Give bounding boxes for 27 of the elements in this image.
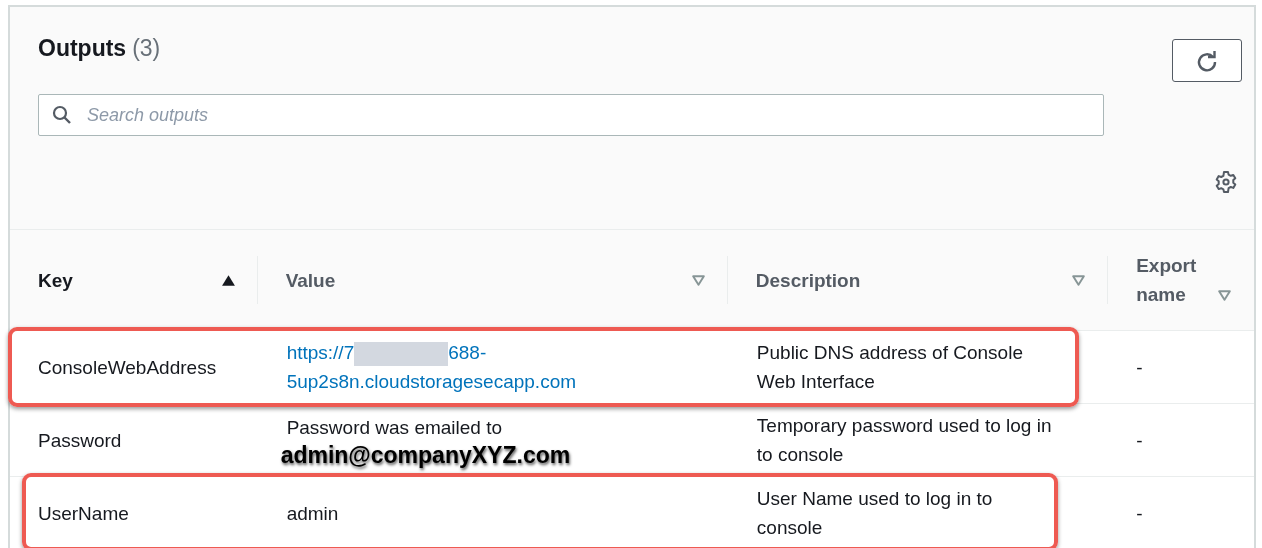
table-cell-text: admin — [286, 501, 340, 526]
email-annotation: admin@companyXYZ.com — [280, 441, 572, 468]
table-cell-text: Public DNS address of Console Web Interface — [756, 341, 1024, 394]
table-cell-text: UserName — [38, 501, 130, 526]
table-cell-text: Password was emailed to — [286, 415, 504, 440]
table-cell-text: - — [1136, 355, 1144, 380]
table-cell-text: - — [1136, 501, 1144, 526]
sort-icon[interactable] — [690, 273, 706, 287]
output-count: (3) — [132, 35, 161, 62]
table-cell-text: ConsoleWebAddress — [38, 355, 218, 380]
table-cell-text: - — [1136, 428, 1144, 453]
column-header[interactable]: Description — [755, 265, 1072, 295]
search-field[interactable]: Search outputs — [38, 94, 1104, 136]
settings-icon[interactable] — [1214, 170, 1238, 194]
column-header[interactable]: Export name — [1136, 251, 1217, 309]
column-header[interactable]: Key — [38, 265, 221, 295]
sorted-ascending-icon[interactable] — [220, 273, 236, 287]
sort-icon[interactable] — [1071, 273, 1087, 287]
table-cell-text: User Name used to log in to console — [756, 487, 994, 540]
panel-title: Outputs — [38, 35, 127, 62]
column-header[interactable]: Value — [285, 265, 691, 295]
sort-icon[interactable] — [1217, 289, 1232, 302]
table-cell-text: Password — [38, 428, 123, 453]
refresh-icon — [1195, 48, 1219, 73]
refresh-button[interactable] — [1172, 39, 1242, 82]
table-cell-text: Temporary password used to log in to console — [756, 414, 1053, 467]
address-link[interactable]: https://7 688-5up2s8n.cloudstoragesecapp.com — [286, 338, 708, 396]
